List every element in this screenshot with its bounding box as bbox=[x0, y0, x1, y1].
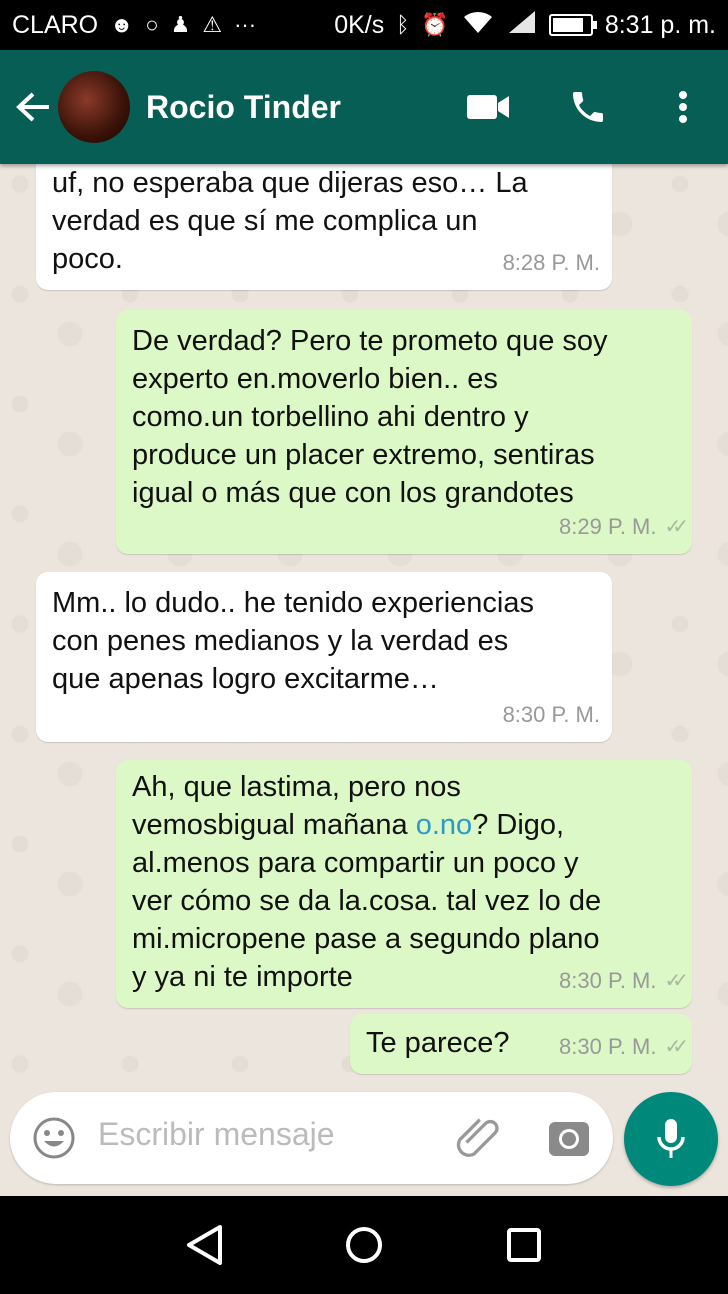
carrier-label: CLARO bbox=[12, 10, 99, 39]
message-line: Mm.. lo dudo.. he tenido experiencias bbox=[52, 587, 534, 619]
message-time: 8:28 P. M. bbox=[502, 250, 600, 275]
message-line: vemosbigual mañana o.no? Digo, bbox=[132, 809, 565, 841]
nav-recents-icon[interactable] bbox=[492, 1213, 556, 1277]
message-outgoing[interactable]: Ah, que lastima, pero nos vemosbigual ma… bbox=[116, 760, 692, 1008]
message-time: 8:30 P. M. bbox=[559, 1034, 657, 1059]
camera-icon[interactable] bbox=[547, 1116, 591, 1160]
message-time: 8:30 P. M. bbox=[559, 968, 657, 993]
message-outgoing[interactable]: De verdad? Pero te prometo que soy exper… bbox=[116, 310, 692, 554]
message-line: Ah, que lastima, pero nos bbox=[132, 771, 461, 803]
system-nav-bar bbox=[0, 1196, 728, 1294]
alarm-icon: ⏰ bbox=[421, 12, 449, 37]
message-input[interactable]: Escribir mensaje bbox=[98, 1116, 335, 1153]
message-input-container[interactable]: Escribir mensaje bbox=[10, 1092, 613, 1184]
message-line: con penes medianos y la verdad es bbox=[52, 625, 509, 657]
nav-back-icon[interactable] bbox=[172, 1213, 236, 1277]
message-line: ver cómo se da la.cosa. tal vez lo de bbox=[132, 885, 602, 917]
notification-icon: ☻ bbox=[110, 12, 134, 37]
read-receipt-icon: ✓✓ bbox=[664, 1036, 688, 1058]
more-vert-icon[interactable] bbox=[638, 50, 728, 164]
message-time: 8:30 P. M. bbox=[502, 702, 600, 727]
message-time: 8:29 P. M. bbox=[559, 514, 657, 539]
battery-icon bbox=[548, 14, 597, 36]
message-line: uf, no esperaba que dijeras eso… La bbox=[52, 167, 528, 199]
message-outgoing[interactable]: Te parece? 8:30 P. M. ✓✓ bbox=[350, 1014, 692, 1074]
contact-name[interactable]: Rocio Tinder bbox=[146, 89, 341, 126]
chat-header: Rocio Tinder bbox=[0, 50, 728, 164]
message-line: como.un torbellino ahi dentro y bbox=[132, 401, 529, 433]
signal-icon bbox=[507, 9, 537, 42]
composer: Escribir mensaje bbox=[0, 1084, 728, 1196]
more-notifications-icon: ··· bbox=[234, 12, 257, 37]
message-line: igual o más que con los grandotes bbox=[132, 477, 574, 509]
paperclip-icon[interactable] bbox=[455, 1116, 503, 1160]
message-incoming[interactable]: uf, no esperaba que dijeras eso… La verd… bbox=[36, 164, 612, 290]
network-speed: 0K/s bbox=[334, 10, 385, 39]
status-bar: CLARO ☻ ○ ♟ ⚠ ··· 0K/s ᛒ ⏰ 8:31 p. m. bbox=[0, 0, 728, 50]
arrow-left-icon[interactable] bbox=[8, 50, 58, 164]
bluetooth-icon: ᛒ bbox=[396, 12, 410, 37]
emoji-icon[interactable] bbox=[32, 1116, 76, 1160]
chat-notification-icon: ○ bbox=[145, 12, 159, 37]
message-line: experto en.moverlo bien.. es bbox=[132, 363, 498, 395]
video-camera-icon[interactable] bbox=[438, 50, 538, 164]
message-line: verdad es que sí me complica un bbox=[52, 205, 478, 237]
message-list[interactable]: uf, no esperaba que dijeras eso… La verd… bbox=[0, 164, 728, 1084]
read-receipt-icon: ✓✓ bbox=[664, 970, 688, 992]
avatar[interactable] bbox=[58, 71, 130, 143]
nav-home-icon[interactable] bbox=[332, 1213, 396, 1277]
message-line: al.menos para compartir un poco y bbox=[132, 847, 579, 879]
message-link[interactable]: o.no bbox=[416, 809, 472, 841]
wifi-icon bbox=[461, 9, 495, 42]
message-incoming[interactable]: Mm.. lo dudo.. he tenido experiencias co… bbox=[36, 572, 612, 742]
message-line: De verdad? Pero te prometo que soy bbox=[132, 325, 608, 357]
microphone-icon[interactable] bbox=[624, 1092, 718, 1186]
read-receipt-icon: ✓✓ bbox=[664, 516, 688, 538]
clock: 8:31 p. m. bbox=[604, 10, 716, 39]
message-line: mi.micropene pase a segundo plano bbox=[132, 923, 600, 955]
message-line: produce un placer extremo, sentiras bbox=[132, 439, 595, 471]
person-icon: ♟ bbox=[170, 12, 191, 37]
warning-icon: ⚠ bbox=[202, 12, 223, 37]
message-line: que apenas logro excitarme… bbox=[52, 663, 439, 695]
phone-icon[interactable] bbox=[538, 50, 638, 164]
